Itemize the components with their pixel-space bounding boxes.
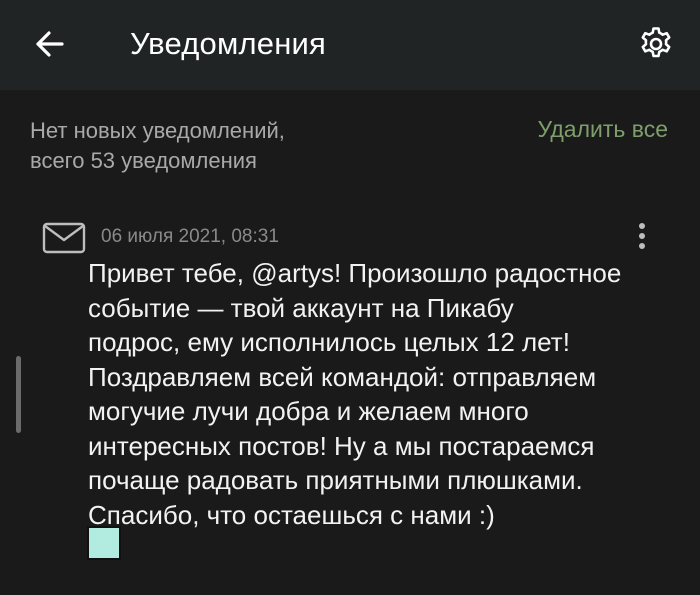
notification-menu-button[interactable] <box>628 218 656 254</box>
notification-message: Привет тебе, @artys! Произошло радостное… <box>88 256 678 532</box>
message-line: Поздравляем всей командой: отправляем <box>88 361 597 392</box>
more-vertical-icon <box>639 223 645 249</box>
notifications-summary: Нет новых уведомлений, всего 53 уведомле… <box>30 116 450 176</box>
settings-button[interactable] <box>636 24 676 64</box>
delete-all-button[interactable]: Удалить все <box>538 114 668 144</box>
notification-image[interactable] <box>87 526 121 560</box>
arrow-left-icon <box>36 31 64 57</box>
page-title: Уведомления <box>130 26 327 61</box>
summary-line-1: Нет новых уведомлений, <box>30 118 285 143</box>
message-line: Спасибо, что остаешься с нами :) <box>88 499 495 530</box>
message-line: могучие лучи добра и желаем много <box>88 396 529 426</box>
app-header: Уведомления <box>0 0 700 90</box>
message-line: интересных постов! Ну а мы постараемся <box>88 430 595 461</box>
envelope-icon <box>42 222 86 254</box>
message-line: событие — твой аккаунт на Пикабу <box>88 292 514 323</box>
message-line: подрос, ему исполнилось целых 12 лет! <box>88 327 570 357</box>
message-line: почаще радовать приятными плюшками. <box>88 465 583 495</box>
summary-line-2: всего 53 уведомления <box>30 148 257 173</box>
scrollbar[interactable] <box>16 356 21 433</box>
message-line: Привет тебе, @artys! Произошло радостное <box>88 258 622 288</box>
gear-icon <box>641 27 671 58</box>
back-button[interactable] <box>28 24 72 64</box>
notification-date: 06 июля 2021, 08:31 <box>101 226 279 247</box>
